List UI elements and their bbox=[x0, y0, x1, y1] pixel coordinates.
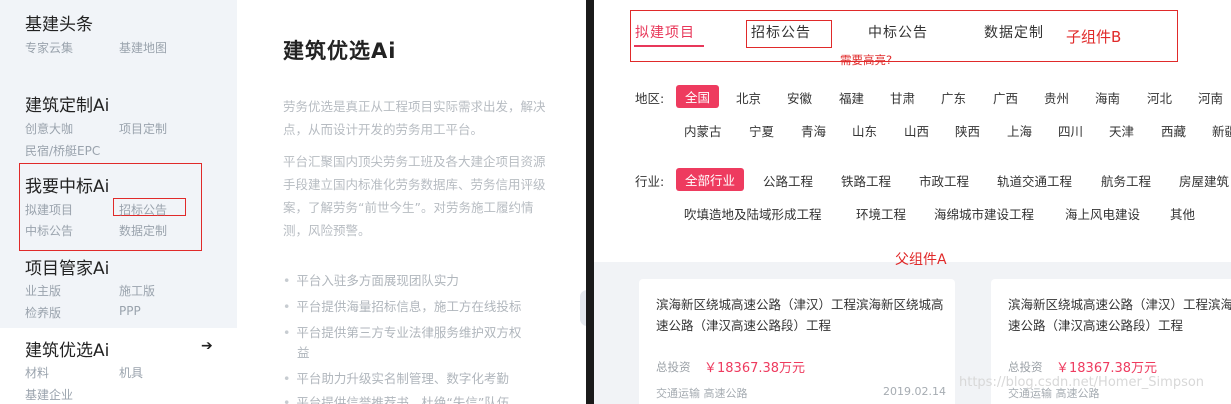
project-date: 2019.02.14 bbox=[883, 385, 946, 398]
industry-option[interactable]: 公路工程 bbox=[763, 171, 813, 190]
detail-text: 测，风险预警。 bbox=[283, 223, 371, 238]
menu-group-title[interactable]: 建筑定制Ai bbox=[25, 91, 109, 116]
menu-link[interactable]: 创意大咖 bbox=[25, 120, 73, 137]
region-option[interactable]: 海南 bbox=[1095, 88, 1120, 107]
menu-link[interactable]: 施工版 bbox=[119, 282, 155, 299]
menu-link[interactable]: 业主版 bbox=[25, 282, 61, 299]
region-option[interactable]: 陕西 bbox=[955, 121, 980, 140]
menu-link[interactable]: 民宿/桥艇EPC bbox=[25, 142, 100, 159]
region-option[interactable]: 上海 bbox=[1007, 121, 1032, 140]
arrow-right-icon: ➔ bbox=[201, 338, 213, 354]
industry-option[interactable]: 房屋建筑 bbox=[1179, 171, 1229, 190]
tab-tender-notices[interactable]: 招标公告 bbox=[751, 22, 811, 42]
menu-link[interactable]: 检养版 bbox=[25, 304, 61, 321]
region-option[interactable]: 河南 bbox=[1198, 88, 1223, 107]
detail-text: 劳务优选是真正从工程项目实际需求出发，解决 bbox=[283, 99, 546, 114]
industry-option[interactable]: 其他 bbox=[1170, 204, 1195, 223]
feature-item-continued: 益 bbox=[297, 345, 310, 360]
region-option[interactable]: 河北 bbox=[1147, 88, 1172, 107]
detail-title: 建筑优选Ai bbox=[283, 39, 397, 63]
menu-link[interactable]: 专家云集 bbox=[25, 39, 73, 56]
menu-link[interactable]: 基建企业 bbox=[25, 386, 73, 403]
industry-option[interactable]: 市政工程 bbox=[919, 171, 969, 190]
region-option[interactable]: 贵州 bbox=[1044, 88, 1069, 107]
tab-data-custom[interactable]: 数据定制 bbox=[984, 22, 1044, 42]
menu-link[interactable]: 项目定制 bbox=[119, 120, 167, 137]
detail-text: 手段建立国内标准化劳务数据库、劳务信用评级 bbox=[283, 177, 546, 192]
industry-option[interactable]: 海上风电建设 bbox=[1065, 204, 1140, 223]
feature-item: • 平台提供信誉推荐书，杜绝“失信”队伍 bbox=[283, 395, 510, 404]
tab-proposed-projects[interactable]: 拟建项目 bbox=[635, 22, 695, 42]
project-title[interactable]: 滨海新区绕城高速公路（津汉）工程滨海新区绕城高速公路（津汉高速公路段）工程 bbox=[656, 294, 946, 336]
detail-text: 案，了解劳务“前世今生”。对劳务施工履约情 bbox=[283, 200, 534, 215]
industry-option[interactable]: 轨道交通工程 bbox=[997, 171, 1072, 190]
project-title[interactable]: 滨海新区绕城高速公路（津汉）工程滨海新区绕城高速公路（津汉高速公路段）工程 bbox=[1008, 294, 1231, 336]
annotation-child-b: 子组件B bbox=[1066, 28, 1122, 46]
annotation-highlight-question: 需要高亮? bbox=[840, 53, 893, 67]
menu-link[interactable]: 数据定制 bbox=[119, 222, 167, 239]
region-option[interactable]: 宁夏 bbox=[749, 121, 774, 140]
menu-group-title[interactable]: 基建头条 bbox=[25, 10, 93, 35]
menu-group-title-active[interactable]: 建筑优选Ai bbox=[25, 336, 109, 361]
industry-option[interactable]: 吹填造地及陆域形成工程 bbox=[684, 204, 822, 223]
menu-link[interactable]: 拟建项目 bbox=[25, 201, 73, 218]
region-option[interactable]: 福建 bbox=[839, 88, 864, 107]
region-option[interactable]: 广西 bbox=[993, 88, 1018, 107]
annotation-parent-a: 父组件A bbox=[895, 252, 947, 268]
menu-link[interactable]: 招标公告 bbox=[119, 201, 167, 218]
menu-link[interactable]: 材料 bbox=[25, 364, 49, 381]
investment-value: ￥18367.38万元 bbox=[1056, 361, 1158, 376]
industry-option[interactable]: 海绵城市建设工程 bbox=[934, 204, 1034, 223]
region-option[interactable]: 广东 bbox=[941, 88, 966, 107]
region-option[interactable]: 山西 bbox=[904, 121, 929, 140]
screenshot-divider bbox=[586, 0, 594, 404]
detail-text: 点，从而设计开发的劳务用工平台。 bbox=[283, 122, 484, 137]
left-screenshot: 基建头条 专家云集 基建地图 建筑定制Ai 创意大咖 项目定制 民宿/桥艇EPC… bbox=[0, 0, 586, 404]
active-tab-underline bbox=[634, 45, 704, 47]
feature-item: • 平台助力升级实名制管理、数字化考勤 bbox=[283, 371, 509, 386]
region-option[interactable]: 内蒙古 bbox=[684, 121, 722, 140]
feature-item: • 平台提供第三方专业法律服务维护双方权 bbox=[283, 325, 522, 340]
region-option[interactable]: 山东 bbox=[852, 121, 877, 140]
region-option-selected[interactable]: 全国 bbox=[676, 85, 720, 108]
project-category: 交通运输 高速公路 bbox=[656, 387, 748, 400]
investment-label: 总投资 bbox=[656, 360, 691, 374]
region-option[interactable]: 青海 bbox=[801, 121, 826, 140]
region-option[interactable]: 新疆 bbox=[1212, 121, 1231, 140]
feature-item: • 平台入驻多方面展现团队实力 bbox=[283, 273, 459, 288]
industry-option[interactable]: 航务工程 bbox=[1101, 171, 1151, 190]
menu-group-title[interactable]: 我要中标Ai bbox=[25, 172, 109, 197]
right-screenshot: 拟建项目 招标公告 中标公告 数据定制 子组件B 需要高亮? 地区: 全国 北京… bbox=[594, 0, 1231, 404]
industry-label: 行业: bbox=[635, 174, 665, 189]
region-option[interactable]: 天津 bbox=[1109, 121, 1134, 140]
menu-group-title[interactable]: 项目管家Ai bbox=[25, 254, 109, 279]
menu-link[interactable]: 中标公告 bbox=[25, 222, 73, 239]
detail-text: 平台汇聚国内顶尖劳务工班及各大建企项目资源 bbox=[283, 154, 546, 169]
investment-label: 总投资 bbox=[1008, 360, 1043, 374]
region-option[interactable]: 北京 bbox=[736, 88, 761, 107]
menu-link[interactable]: 基建地图 bbox=[119, 39, 167, 56]
region-label: 地区: bbox=[635, 91, 665, 106]
region-option[interactable]: 甘肃 bbox=[890, 88, 915, 107]
project-card[interactable]: 滨海新区绕城高速公路（津汉）工程滨海新区绕城高速公路（津汉高速公路段）工程 总投… bbox=[639, 279, 955, 404]
industry-option[interactable]: 铁路工程 bbox=[841, 171, 891, 190]
industry-option-selected[interactable]: 全部行业 bbox=[676, 168, 745, 191]
menu-link[interactable]: PPP bbox=[119, 304, 141, 318]
feature-item: • 平台提供海量招标信息，施工方在线投标 bbox=[283, 299, 522, 314]
region-option[interactable]: 安徽 bbox=[787, 88, 812, 107]
tab-award-notices[interactable]: 中标公告 bbox=[868, 22, 928, 42]
region-option[interactable]: 西藏 bbox=[1161, 121, 1186, 140]
watermark: https://blog.csdn.net/Homer_Simpson bbox=[959, 375, 1205, 390]
region-option[interactable]: 四川 bbox=[1058, 121, 1083, 140]
menu-link[interactable]: 机具 bbox=[119, 364, 143, 381]
industry-option[interactable]: 环境工程 bbox=[856, 204, 906, 223]
investment-value: ￥18367.38万元 bbox=[704, 361, 806, 376]
